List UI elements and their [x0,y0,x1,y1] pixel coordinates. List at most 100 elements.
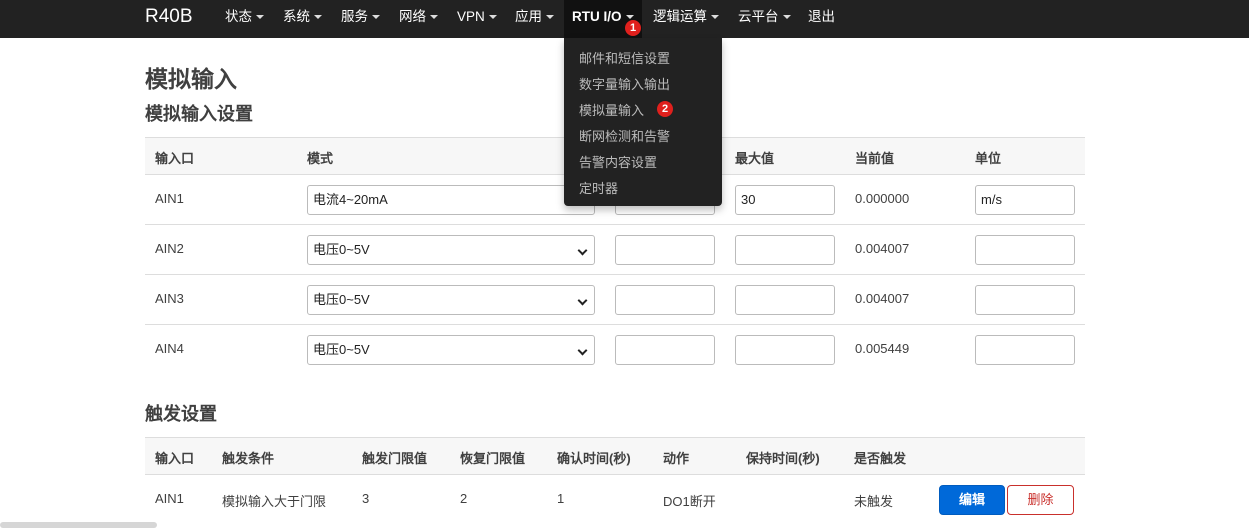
confirm-time-value: 1 [557,491,565,506]
caret-down-icon [314,15,322,20]
nav-label: 逻辑运算 [653,9,707,24]
nav-item-status[interactable]: 状态 [225,0,264,38]
mode-select[interactable]: 电压0~5V [307,335,595,365]
port-label: AIN2 [155,241,184,256]
caret-down-icon [782,15,791,20]
caret-down-icon [372,15,380,20]
th-port: 输入口 [155,451,195,466]
table-row: AIN4 电压0~5V 0.005449 [145,325,1085,375]
nav-label: RTU I/O [572,9,622,24]
max-input[interactable] [735,335,835,365]
caret-down-icon [256,15,264,20]
caret-down-icon [430,15,438,20]
nav-item-apps[interactable]: 应用 [515,0,554,38]
max-input[interactable] [735,235,835,265]
triggered-status: 未触发 [854,494,894,509]
section-title-analog: 模拟输入设置 [145,104,253,124]
min-input[interactable] [615,235,715,265]
th-max: 最大值 [735,151,775,166]
current-value: 0.004007 [855,291,910,306]
port-label: AIN4 [155,341,184,356]
mode-select[interactable]: 电流4~20mA [307,185,595,215]
th-mode: 模式 [307,151,334,166]
th-current: 当前值 [855,151,895,166]
menu-item-analog-input[interactable]: 模拟量输入 [579,100,644,119]
th-action: 动作 [663,451,690,466]
th-condition: 触发条件 [222,451,275,466]
nav-label: 应用 [515,9,542,24]
th-recover-threshold: 恢复门限值 [460,451,526,466]
mode-select[interactable]: 电压0~5V [307,285,595,315]
nav-label: 服务 [341,9,368,24]
condition-value: 模拟输入大于门限 [222,494,327,509]
current-value: 0.000000 [855,191,910,206]
chevron-down-icon [577,245,588,256]
th-hold-time: 保持时间(秒) [746,451,820,466]
horizontal-scrollbar[interactable] [0,522,157,528]
th-trigger-threshold: 触发门限值 [362,451,428,466]
min-input[interactable] [615,335,715,365]
port-label: AIN1 [155,191,184,206]
caret-down-icon [546,15,554,20]
caret-down-icon [625,15,634,20]
th-port: 输入口 [155,151,195,166]
unit-input[interactable] [975,285,1075,315]
step-badge-1: 1 [625,20,641,36]
unit-input[interactable] [975,335,1075,365]
rtu-io-dropdown-menu: 邮件和短信设置 数字量输入输出 模拟量输入 断网检测和告警 告警内容设置 定时器 [564,38,722,206]
page-title: 模拟输入 [145,66,237,92]
nav-item-services[interactable]: 服务 [341,0,380,38]
select-value: 电压0~5V [313,292,370,307]
table-row: AIN1 模拟输入大于门限 3 2 1 DO1断开 未触发 编辑 删除 [145,475,1085,525]
max-input[interactable]: 30 [735,185,835,215]
nav-item-logic[interactable]: 逻辑运算 [653,0,719,38]
mode-select[interactable]: 电压0~5V [307,235,595,265]
max-input[interactable] [735,285,835,315]
nav-item-cloud[interactable]: 云平台 [738,0,791,38]
trigger-table-header: 输入口 触发条件 触发门限值 恢复门限值 确认时间(秒) 动作 保持时间(秒) … [145,437,1085,475]
port-label: AIN3 [155,291,184,306]
unit-input[interactable]: m/s [975,185,1075,215]
chevron-down-icon [577,345,588,356]
unit-input[interactable] [975,235,1075,265]
select-value: 电压0~5V [313,242,370,257]
th-confirm-time: 确认时间(秒) [557,451,631,466]
nav-item-system[interactable]: 系统 [283,0,322,38]
nav-label: 网络 [399,9,426,24]
chevron-down-icon [577,295,588,306]
nav-item-vpn[interactable]: VPN [457,0,497,38]
nav-label: 云平台 [738,9,779,24]
nav-label: 退出 [808,9,835,24]
step-badge-2: 2 [657,101,673,117]
table-row: AIN3 电压0~5V 0.004007 [145,275,1085,325]
nav-item-network[interactable]: 网络 [399,0,438,38]
menu-item-alarm-content[interactable]: 告警内容设置 [579,152,657,171]
th-triggered: 是否触发 [854,451,907,466]
table-row: AIN2 电压0~5V 0.004007 [145,225,1085,275]
top-navbar: R40B 状态 系统 服务 网络 VPN 应用 RTU I/O 逻辑运算 云平台… [0,0,1249,38]
th-unit: 单位 [975,151,1002,166]
port-label: AIN1 [155,491,184,506]
nav-item-logout[interactable]: 退出 [808,0,835,38]
menu-item-timer[interactable]: 定时器 [579,178,618,197]
brand-logo[interactable]: R40B [145,6,193,28]
nav-label: VPN [457,9,485,24]
delete-button[interactable]: 删除 [1007,485,1074,515]
select-value: 电流4~20mA [313,192,388,207]
nav-label: 系统 [283,9,310,24]
current-value: 0.004007 [855,241,910,256]
action-value: DO1断开 [663,494,716,509]
menu-item-digital-io[interactable]: 数字量输入输出 [579,74,670,93]
min-input[interactable] [615,285,715,315]
current-value: 0.005449 [855,341,910,356]
recover-threshold-value: 2 [460,491,468,506]
edit-button[interactable]: 编辑 [939,485,1005,515]
trigger-threshold-value: 3 [362,491,370,506]
menu-item-network-detect[interactable]: 断网检测和告警 [579,126,670,145]
nav-label: 状态 [225,9,252,24]
select-value: 电压0~5V [313,342,370,357]
caret-down-icon [488,15,497,20]
section-title-trigger: 触发设置 [145,404,217,424]
caret-down-icon [711,15,719,20]
menu-item-email-sms[interactable]: 邮件和短信设置 [579,48,670,67]
